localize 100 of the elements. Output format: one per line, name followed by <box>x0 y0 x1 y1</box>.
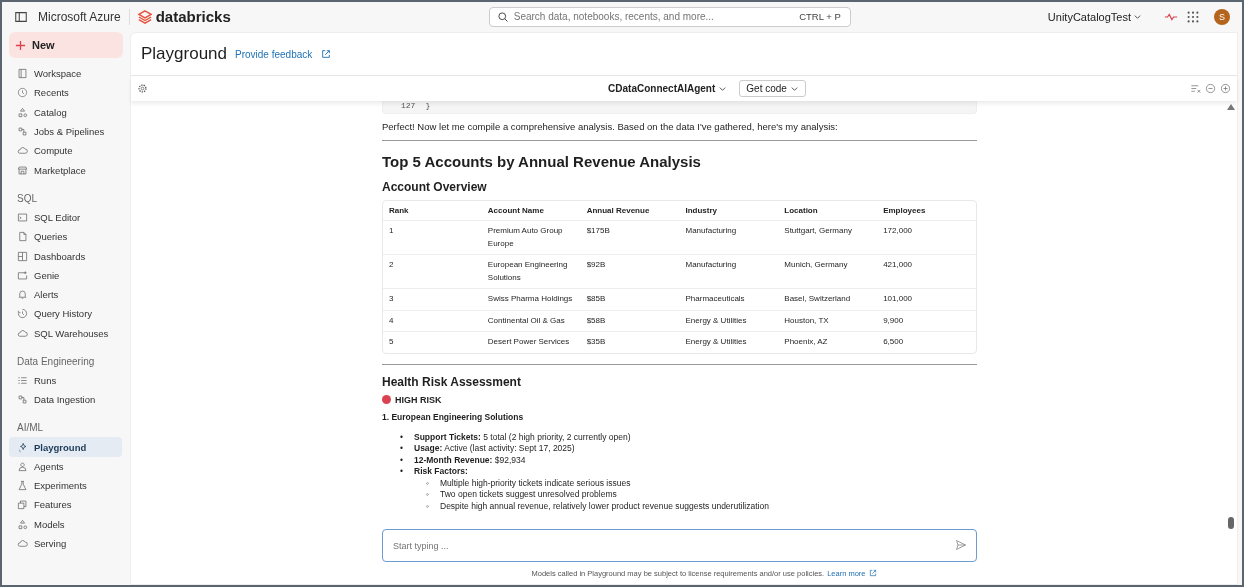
table-cell: 421,000 <box>877 255 976 289</box>
fact-text: Risk Factors: <box>414 466 468 478</box>
list-icon <box>17 375 28 386</box>
table-cell: 172,000 <box>877 221 976 255</box>
table-cell-text: Desert Power Services <box>486 336 571 348</box>
bullet-mark: • <box>400 443 404 455</box>
bullet-mark: ◦ <box>426 500 430 512</box>
table-cell-text: 5 <box>388 336 395 348</box>
table-cell: $175B <box>580 221 680 255</box>
terminal-icon <box>17 211 28 223</box>
external-link-icon[interactable] <box>321 49 332 59</box>
get-code-button[interactable]: Get code <box>739 80 806 97</box>
sidebar-item[interactable]: Catalog <box>9 102 122 122</box>
stack-icon <box>17 499 28 511</box>
risk-factor-text: Multiple high-priority tickets indicate serious issues <box>440 477 631 489</box>
sidebar-item[interactable]: SQL Warehouses <box>9 323 122 343</box>
column-header: Rank <box>383 201 482 221</box>
table-cell: Stuttgart, Germany <box>778 221 878 255</box>
table-cell: 2 <box>383 255 482 289</box>
external-link-icon[interactable] <box>868 569 877 577</box>
zoom-out-icon[interactable] <box>1205 83 1216 94</box>
response-heading: Top 5 Accounts by Annual Revenue Analysis <box>382 153 702 170</box>
new-button[interactable]: New <box>9 32 123 58</box>
table-cell: European Engineering Solutions <box>481 255 581 289</box>
sidebar-item[interactable]: Dashboards <box>9 246 122 266</box>
shapes-icon <box>17 106 28 118</box>
sidebar-item[interactable]: Query History <box>9 304 122 324</box>
settings-icon[interactable] <box>137 83 148 94</box>
account-heading: 1. European Engineering Solutions <box>382 411 525 422</box>
fact-text: Usage: Active (last activity: Sept 17, 2025) <box>414 443 575 455</box>
grid-icon <box>17 250 28 262</box>
sidebar-item[interactable]: Playground <box>9 437 122 457</box>
workspace-switcher[interactable]: UnityCatalogTest <box>1041 9 1148 24</box>
table-cell-text: $35B <box>585 336 607 348</box>
sidebar-item[interactable]: Experiments <box>9 476 122 496</box>
chat-icon <box>17 269 28 281</box>
sidebar-item[interactable]: Models <box>9 514 122 534</box>
bell-icon <box>17 289 28 301</box>
user-avatar[interactable]: S <box>1214 8 1230 25</box>
flow-icon <box>17 394 28 406</box>
risk-level-label: HIGH RISK <box>395 394 442 405</box>
table-cell: 1 <box>383 221 482 255</box>
table-cell: 101,000 <box>877 289 976 311</box>
section-heading: Account Overview <box>382 180 488 194</box>
sidebar-item[interactable]: Marketplace <box>9 160 122 180</box>
sidebar-item[interactable]: Compute <box>9 141 122 161</box>
sidebar-item[interactable]: Recents <box>9 83 122 103</box>
column-header: Annual Revenue <box>580 201 680 221</box>
bullet-mark: • <box>400 454 404 466</box>
sidebar-item[interactable]: Agents <box>9 456 122 477</box>
sidebar-item[interactable]: Features <box>9 495 122 515</box>
sidebar-item[interactable]: Alerts <box>9 284 122 305</box>
risk-factor-text: Despite high annual revenue, relatively lower product revenue suggests underutilization <box>440 500 769 512</box>
cloud-icon <box>17 538 28 550</box>
cloud-icon <box>17 145 28 157</box>
chevron-down-icon <box>1133 12 1142 21</box>
fact-text: Support Tickets: 5 total (2 high priority, 2 currently open) <box>414 431 631 443</box>
sidebar-item[interactable]: SQL Editor <box>9 207 122 228</box>
shapes-icon <box>17 518 28 530</box>
sidebar-item[interactable]: Runs <box>9 370 122 391</box>
page-title: Playground <box>141 44 227 64</box>
brand-name: databricks <box>155 8 231 25</box>
sidebar-item[interactable]: Serving <box>9 533 122 554</box>
column-header: Location <box>778 201 878 221</box>
sparkle-icon <box>17 441 28 453</box>
column-header: Industry <box>679 201 779 221</box>
sidebar-item[interactable]: Data Ingestion <box>9 390 122 410</box>
clear-format-icon[interactable] <box>1190 83 1201 94</box>
table-cell: 3 <box>383 289 482 311</box>
sidebar-toggle-icon[interactable] <box>14 9 28 24</box>
shortcut-hint: CTRL + P <box>799 10 841 22</box>
apps-grid-icon[interactable] <box>1186 9 1200 24</box>
send-icon[interactable] <box>955 539 967 551</box>
message-input[interactable]: Start typing ... <box>382 529 977 562</box>
column-header: Account Name <box>481 201 581 221</box>
zoom-in-icon[interactable] <box>1220 83 1231 94</box>
scrollbar-thumb[interactable] <box>1228 517 1234 529</box>
sidebar-item[interactable]: Queries <box>9 227 122 247</box>
table-cell: Manufacturing <box>679 255 779 289</box>
sidebar-item[interactable]: Workspace <box>9 64 122 84</box>
line-number: 127 <box>401 101 416 110</box>
agent-selector[interactable]: CDataConnectAIAgent <box>602 80 734 97</box>
sidebar-item[interactable]: Jobs & Pipelines <box>9 121 122 142</box>
feedback-link[interactable]: Provide feedback <box>235 48 313 60</box>
cloud-icon <box>17 327 28 339</box>
scroll-up-icon[interactable] <box>1227 104 1235 110</box>
flow-icon <box>17 126 28 138</box>
risk-factor-text: Two open tickets suggest unresolved problems <box>440 489 617 501</box>
panel-icon <box>17 68 28 80</box>
table-cell: 4 <box>383 310 482 332</box>
chevron-down-icon <box>789 84 799 93</box>
fact-text: 12-Month Revenue: $92,934 <box>414 454 526 466</box>
table-cell: Houston, TX <box>778 310 878 332</box>
sidebar-item[interactable]: Genie <box>9 265 122 285</box>
table-cell-text: Energy & Utilities <box>684 336 748 348</box>
table-cell: Basel, Switzerland <box>778 289 878 311</box>
code-line: } <box>425 101 431 110</box>
table-cell-text: Phoenix, AZ <box>783 336 829 348</box>
sidebar-section-label: Data Engineering <box>16 354 96 369</box>
table-cell: 9,900 <box>877 310 976 332</box>
